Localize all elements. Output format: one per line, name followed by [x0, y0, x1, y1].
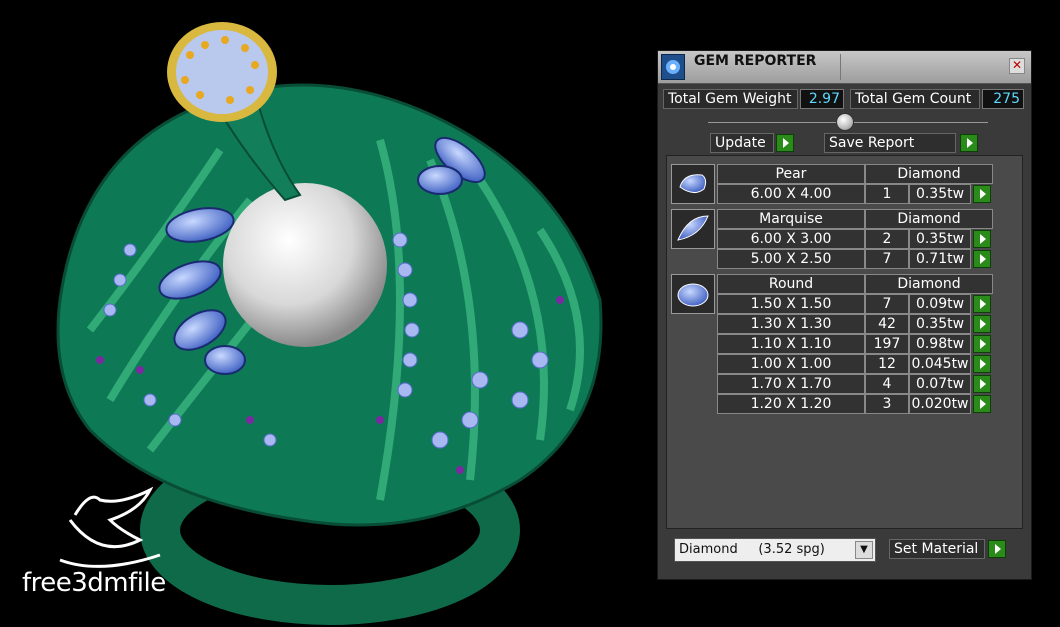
set-material-go-icon[interactable] [988, 540, 1006, 558]
gem-count: 3 [865, 394, 909, 414]
group-material: Diamond [865, 209, 993, 229]
gem-list: Pear Diamond 6.00 X 4.00 1 0.35tw Marqui… [666, 155, 1023, 529]
brand-logo-text: free3dmfile [22, 568, 166, 598]
chevron-down-icon[interactable]: ▼ [855, 541, 873, 559]
gem-weight: 0.09tw [909, 294, 971, 314]
gem-count: 2 [865, 229, 909, 249]
total-gem-count-label: Total Gem Count [850, 89, 980, 109]
select-gems-icon[interactable] [973, 335, 991, 353]
gem-count: 4 [865, 374, 909, 394]
save-report-go-icon[interactable] [960, 134, 978, 152]
title-bar[interactable]: GEM REPORTER ✕ [658, 51, 1031, 84]
gem-count: 7 [865, 294, 909, 314]
gem-size: 1.00 X 1.00 [717, 354, 865, 374]
gem-size: 5.00 X 2.50 [717, 249, 865, 269]
update-go-icon[interactable] [776, 134, 794, 152]
gem-size: 1.10 X 1.10 [717, 334, 865, 354]
gem-count: 7 [865, 249, 909, 269]
group-shape: Pear [717, 164, 865, 184]
group-shape: Marquise [717, 209, 865, 229]
set-material-button[interactable]: Set Material [889, 539, 985, 559]
select-gems-icon[interactable] [973, 315, 991, 333]
total-gem-weight-label: Total Gem Weight [663, 89, 798, 109]
select-gems-icon[interactable] [973, 375, 991, 393]
gem-weight: 0.98tw [909, 334, 971, 354]
title-divider [840, 54, 841, 80]
group-material: Diamond [865, 164, 993, 184]
select-gems-icon[interactable] [973, 355, 991, 373]
gem-size: 1.70 X 1.70 [717, 374, 865, 394]
select-gems-icon[interactable] [973, 230, 991, 248]
group-material: Diamond [865, 274, 993, 294]
material-select[interactable]: Diamond (3.52 spg) ▼ [674, 538, 876, 562]
gem-reporter-panel: GEM REPORTER ✕ Total Gem Weight 2.97 Tot… [657, 50, 1032, 580]
ring-model [56, 22, 603, 625]
group-shape: Round [717, 274, 865, 294]
gem-weight: 0.35tw [909, 229, 971, 249]
gem-weight: 0.045tw [909, 354, 971, 374]
select-gems-icon[interactable] [973, 185, 991, 203]
update-button[interactable]: Update [710, 133, 774, 153]
gem-weight: 0.35tw [909, 314, 971, 334]
gem-size: 6.00 X 3.00 [717, 229, 865, 249]
total-gem-weight-value: 2.97 [800, 89, 844, 109]
gem-count: 197 [865, 334, 909, 354]
gem-weight: 0.07tw [909, 374, 971, 394]
gem-count: 42 [865, 314, 909, 334]
gem-weight: 0.35tw [909, 184, 971, 204]
save-report-button[interactable]: Save Report [824, 133, 956, 153]
panel-title: GEM REPORTER [694, 53, 817, 69]
close-icon[interactable]: ✕ [1009, 58, 1025, 74]
gem-count: 1 [865, 184, 909, 204]
select-gems-icon[interactable] [973, 295, 991, 313]
gem-size: 1.50 X 1.50 [717, 294, 865, 314]
pear-gem-icon [671, 164, 715, 204]
gem-reporter-icon [661, 54, 685, 80]
gem-size: 6.00 X 4.00 [717, 184, 865, 204]
gem-count: 12 [865, 354, 909, 374]
gem-size: 1.20 X 1.20 [717, 394, 865, 414]
gem-weight: 0.71tw [909, 249, 971, 269]
gem-weight: 0.020tw [909, 394, 971, 414]
select-gems-icon[interactable] [973, 250, 991, 268]
gem-size: 1.30 X 1.30 [717, 314, 865, 334]
3d-viewport[interactable] [0, 0, 650, 627]
total-gem-count-value: 275 [982, 89, 1024, 109]
material-select-value: Diamond (3.52 spg) [679, 542, 825, 557]
slider-handle[interactable] [836, 113, 854, 131]
marquise-gem-icon [671, 209, 715, 249]
round-gem-icon [671, 274, 715, 314]
select-gems-icon[interactable] [973, 395, 991, 413]
